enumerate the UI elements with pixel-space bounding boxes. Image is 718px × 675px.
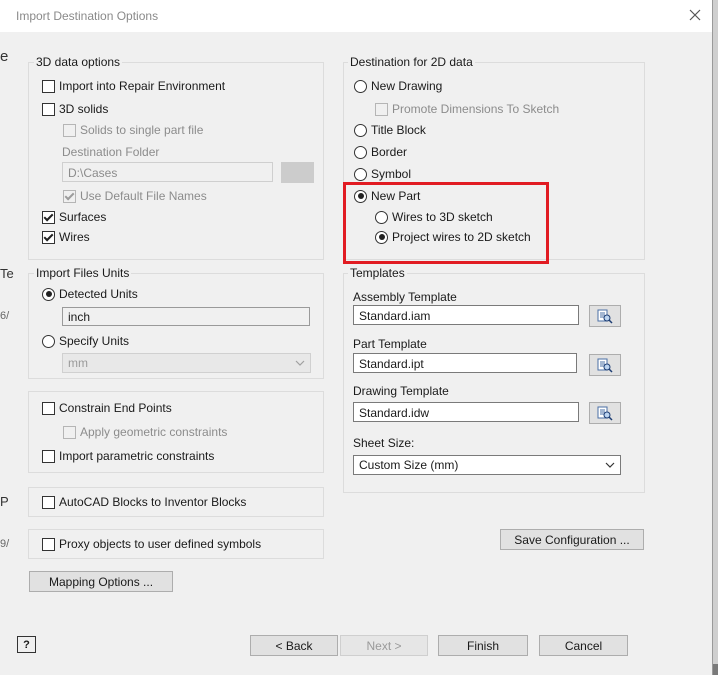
solids-single-label: Solids to single part file	[80, 123, 204, 137]
constrain-end-points-checkbox[interactable]: Constrain End Points	[42, 401, 172, 415]
border-radio[interactable]: Border	[354, 145, 407, 159]
symbol-label: Symbol	[371, 167, 412, 181]
use-default-names-checkbox[interactable]: Use Default File Names	[63, 189, 207, 203]
apply-geometric-label: Apply geometric constraints	[80, 425, 228, 439]
help-button[interactable]: ?	[17, 636, 36, 653]
radio-circle[interactable]	[354, 79, 367, 93]
import-parametric-checkbox[interactable]: Import parametric constraints	[42, 449, 214, 463]
checkbox-box[interactable]	[42, 102, 55, 116]
symbol-radio[interactable]: Symbol	[354, 167, 411, 181]
browse-drawing-button[interactable]	[589, 402, 621, 424]
checkbox-box[interactable]	[375, 102, 388, 116]
sheet-size-select[interactable]: Custom Size (mm)	[353, 455, 621, 475]
radio-circle[interactable]	[42, 287, 55, 301]
new-drawing-label: New Drawing	[371, 79, 443, 93]
drawing-template-label: Drawing Template	[353, 384, 449, 398]
browse-folder-button[interactable]	[281, 162, 314, 183]
background-fragment: 9/	[0, 538, 10, 550]
cancel-button[interactable]: Cancel	[539, 635, 628, 656]
specify-units-label: Specify Units	[59, 334, 130, 348]
title-bar: Import Destination Options	[0, 0, 712, 32]
use-default-names-label: Use Default File Names	[80, 189, 207, 203]
assembly-template-field[interactable]: Standard.iam	[353, 305, 579, 325]
specify-units-select[interactable]: mm	[62, 353, 311, 373]
background-fragment: 6/	[0, 310, 10, 322]
checkbox-box[interactable]	[42, 230, 55, 244]
wires-checkbox[interactable]: Wires	[42, 230, 90, 244]
solids-single-checkbox[interactable]: Solids to single part file	[63, 123, 203, 137]
specify-units-radio[interactable]: Specify Units	[42, 334, 129, 348]
browse-template-icon	[597, 358, 613, 373]
back-button[interactable]: < Back	[250, 635, 338, 656]
checkbox-box[interactable]	[42, 449, 55, 463]
finish-button[interactable]: Finish	[438, 635, 528, 656]
next-button[interactable]: Next >	[340, 635, 428, 656]
part-template-field[interactable]: Standard.ipt	[353, 353, 577, 373]
close-icon[interactable]	[686, 6, 704, 24]
checkbox-box[interactable]	[42, 79, 55, 93]
red-highlight-box	[343, 182, 549, 264]
solids-label: 3D solids	[59, 102, 109, 116]
import-destination-dialog: Import Destination Options 3D data optio…	[0, 0, 713, 675]
radio-circle[interactable]	[354, 145, 367, 159]
browse-template-icon	[597, 309, 613, 324]
apply-geometric-checkbox[interactable]: Apply geometric constraints	[63, 425, 227, 439]
import-repair-label: Import into Repair Environment	[59, 79, 226, 93]
browse-assembly-button[interactable]	[589, 305, 621, 327]
autocad-blocks-checkbox[interactable]: AutoCAD Blocks to Inventor Blocks	[42, 495, 246, 509]
drawing-template-field[interactable]: Standard.idw	[353, 402, 579, 422]
dest-folder-label: Destination Folder	[62, 145, 160, 159]
border-label: Border	[371, 145, 408, 159]
solids-checkbox[interactable]: 3D solids	[42, 102, 108, 116]
background-fragment: Te	[0, 266, 14, 281]
surfaces-checkbox[interactable]: Surfaces	[42, 210, 106, 224]
checkbox-box[interactable]	[63, 123, 76, 137]
checkbox-box[interactable]	[42, 495, 55, 509]
group-2d-title: Destination for 2D data	[348, 55, 475, 69]
promote-dims-label: Promote Dimensions To Sketch	[392, 102, 560, 116]
autocad-blocks-label: AutoCAD Blocks to Inventor Blocks	[59, 495, 247, 509]
checkbox-box[interactable]	[63, 425, 76, 439]
checkbox-box[interactable]	[42, 401, 55, 415]
surfaces-label: Surfaces	[59, 210, 107, 224]
proxy-checkbox[interactable]: Proxy objects to user defined symbols	[42, 537, 261, 551]
detected-units-radio[interactable]: Detected Units	[42, 287, 138, 301]
assembly-template-label: Assembly Template	[353, 290, 457, 304]
browse-part-button[interactable]	[589, 354, 621, 376]
window-title: Import Destination Options	[16, 9, 159, 23]
promote-dims-checkbox[interactable]: Promote Dimensions To Sketch	[375, 102, 559, 116]
radio-circle[interactable]	[354, 167, 367, 181]
title-block-radio[interactable]: Title Block	[354, 123, 426, 137]
dest-folder-field[interactable]: D:\Cases	[62, 162, 273, 182]
import-repair-checkbox[interactable]: Import into Repair Environment	[42, 79, 225, 93]
chevron-down-icon	[295, 360, 305, 366]
background-fragment: e	[0, 48, 9, 65]
detected-units-label: Detected Units	[59, 287, 138, 301]
group-units-title: Import Files Units	[34, 266, 132, 280]
background-fragment: P	[0, 494, 9, 509]
group-templates-title: Templates	[348, 266, 407, 280]
new-drawing-radio[interactable]: New Drawing	[354, 79, 442, 93]
browse-template-icon	[597, 406, 613, 421]
specify-units-value: mm	[68, 356, 88, 370]
checkbox-box[interactable]	[63, 189, 76, 203]
save-configuration-button[interactable]: Save Configuration ...	[500, 529, 644, 550]
checkbox-box[interactable]	[42, 210, 55, 224]
detected-units-field[interactable]: inch	[62, 307, 310, 326]
proxy-label: Proxy objects to user defined symbols	[59, 537, 262, 551]
checkbox-box[interactable]	[42, 537, 55, 551]
radio-circle[interactable]	[42, 334, 55, 348]
radio-circle[interactable]	[354, 123, 367, 137]
import-parametric-label: Import parametric constraints	[59, 449, 215, 463]
wires-label: Wires	[59, 230, 90, 244]
group-3d-title: 3D data options	[34, 55, 123, 69]
part-template-label: Part Template	[353, 337, 427, 351]
title-block-label: Title Block	[371, 123, 426, 137]
sheet-size-value: Custom Size (mm)	[359, 458, 459, 472]
sheet-size-label: Sheet Size:	[353, 436, 415, 450]
constrain-end-points-label: Constrain End Points	[59, 401, 172, 415]
mapping-options-button[interactable]: Mapping Options ...	[29, 571, 173, 592]
chevron-down-icon	[605, 462, 615, 468]
